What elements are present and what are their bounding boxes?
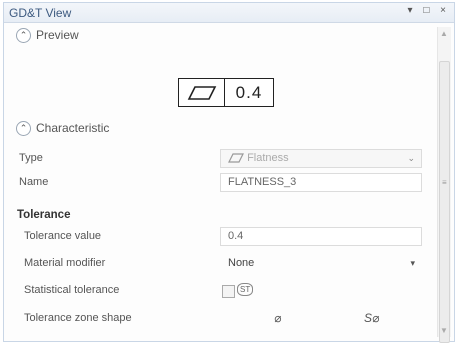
preview-section-header[interactable]: ⌃ Preview <box>16 28 79 44</box>
preview-label: Preview <box>36 28 79 42</box>
material-modifier-select[interactable]: None ▾ <box>220 254 422 273</box>
chevron-down-icon[interactable]: ▾ <box>410 255 415 272</box>
type-row: Type Flatness ⌄ <box>4 148 432 171</box>
statistical-tolerance-checkbox[interactable] <box>222 285 235 298</box>
characteristic-label: Characteristic <box>36 121 110 135</box>
collapse-icon[interactable]: ⌃ <box>16 28 31 44</box>
characteristic-section-header[interactable]: ⌃ Characteristic <box>16 121 110 137</box>
feature-control-frame: 0.4 <box>178 78 274 107</box>
gdt-view-panel: GD&T View ▾ □ × ⌃ Preview 0.4 ⌃ Characteri… <box>3 2 455 343</box>
scroll-down-icon[interactable]: ▼ <box>440 326 448 335</box>
type-label: Type <box>19 152 43 164</box>
material-modifier-label: Material modifier <box>24 257 106 269</box>
close-icon[interactable]: × <box>440 5 450 16</box>
statistical-tolerance-row: Statistical tolerance ST <box>4 280 432 303</box>
frame-tolerance-value: 0.4 <box>235 82 263 102</box>
vertical-scrollbar[interactable]: ▲ ≡ ▼ <box>437 27 451 343</box>
pin-dropdown-icon[interactable]: ▾ <box>408 5 417 16</box>
name-input[interactable]: FLATNESS_3 <box>220 173 422 192</box>
statistical-tolerance-icon: ST <box>237 283 254 296</box>
flatness-parallelogram-icon <box>179 79 225 106</box>
name-label: Name <box>19 176 49 188</box>
tolerance-value-label: Tolerance value <box>24 230 102 242</box>
name-row: Name FLATNESS_3 <box>4 172 432 195</box>
restore-icon[interactable]: □ <box>423 5 433 16</box>
material-modifier-row: Material modifier None ▾ <box>4 253 432 276</box>
tolerance-value-row: Tolerance value 0.4 <box>4 226 432 249</box>
tolerance-zone-shape-label: Tolerance zone shape <box>24 312 132 324</box>
flatness-icon <box>228 152 247 164</box>
type-value: Flatness <box>247 152 289 164</box>
material-modifier-value: None <box>228 257 255 269</box>
chevron-down-icon[interactable]: ⌄ <box>407 150 415 167</box>
window-controls: ▾ □ × <box>408 5 450 16</box>
statistical-tolerance-label: Statistical tolerance <box>24 284 120 296</box>
type-select[interactable]: Flatness ⌄ <box>220 149 422 168</box>
panel-content: ⌃ Preview 0.4 ⌃ Characteristic Type Flatne… <box>4 23 432 341</box>
collapse-icon[interactable]: ⌃ <box>16 121 31 137</box>
panel-title: GD&T View <box>9 6 72 20</box>
scroll-up-icon[interactable]: ▲ <box>440 29 448 38</box>
zone-shape-diameter-option[interactable]: ⌀ <box>274 311 281 325</box>
title-bar: GD&T View ▾ □ × <box>4 3 454 23</box>
grip-icon: ≡ <box>442 178 447 187</box>
tolerance-value-input[interactable]: 0.4 <box>220 227 422 246</box>
zone-shape-spherical-diameter-option[interactable]: S⌀ <box>364 311 379 325</box>
scrollbar-thumb[interactable]: ≡ <box>439 61 450 343</box>
tolerance-zone-shape-row: Tolerance zone shape ⌀ S⌀ <box>4 308 432 331</box>
tolerance-heading: Tolerance <box>17 209 71 221</box>
